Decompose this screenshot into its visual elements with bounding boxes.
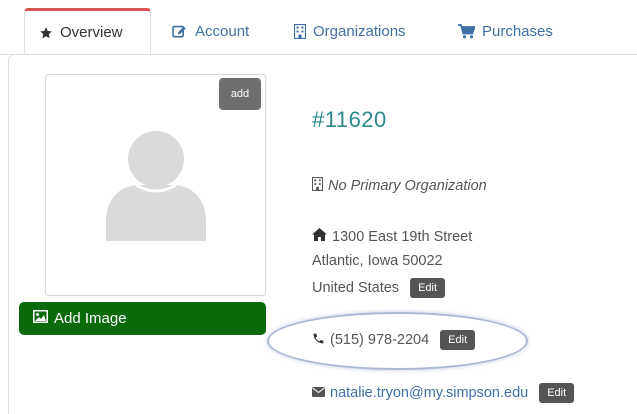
tab-purchases[interactable]: Purchases bbox=[444, 8, 572, 54]
image-icon bbox=[33, 310, 48, 327]
primary-organization: No Primary Organization bbox=[311, 177, 487, 195]
add-image-button[interactable]: Add Image bbox=[19, 302, 266, 335]
edit-icon bbox=[172, 24, 188, 38]
building-icon bbox=[311, 177, 324, 195]
address-line-1: 1300 East 19th Street bbox=[312, 228, 472, 245]
tab-account[interactable]: Account bbox=[158, 8, 270, 54]
add-image-label: Add Image bbox=[54, 310, 127, 327]
edit-address-button[interactable]: Edit bbox=[410, 278, 446, 298]
contact-id: #11620 bbox=[312, 107, 387, 132]
email-link[interactable]: natalie.tryon@my.simpson.edu bbox=[330, 385, 528, 401]
address-line-2: Atlantic, Iowa 50022 bbox=[312, 253, 443, 269]
edit-phone-button[interactable]: Edit bbox=[440, 330, 476, 350]
email-row: natalie.tryon@my.simpson.edu Edit bbox=[312, 383, 575, 403]
tab-overview[interactable]: Overview bbox=[24, 8, 151, 55]
tab-organizations[interactable]: Organizations bbox=[280, 8, 430, 54]
edit-email-button[interactable]: Edit bbox=[539, 383, 575, 403]
phone-icon bbox=[312, 332, 325, 349]
phone-row: (515) 978-2204 Edit bbox=[312, 330, 476, 350]
address-line-3: United States Edit bbox=[312, 278, 446, 298]
address-line-1-text: 1300 East 19th Street bbox=[332, 228, 473, 245]
add-photo-button[interactable]: add bbox=[219, 78, 261, 110]
organization-text: No Primary Organization bbox=[328, 178, 487, 194]
envelope-icon bbox=[312, 385, 325, 401]
tab-overview-label: Overview bbox=[60, 24, 123, 41]
tab-purchases-label: Purchases bbox=[482, 22, 553, 40]
tab-account-label: Account bbox=[195, 22, 250, 40]
star-icon bbox=[39, 26, 53, 40]
tab-bar: Overview Account Organizations Purchases bbox=[0, 0, 637, 55]
address-line-3-text: United States bbox=[312, 280, 400, 296]
tab-organizations-label: Organizations bbox=[313, 22, 406, 40]
cart-icon bbox=[458, 23, 475, 39]
phone-number: (515) 978-2204 bbox=[330, 332, 430, 348]
building-icon bbox=[294, 23, 306, 39]
home-icon bbox=[312, 228, 327, 245]
